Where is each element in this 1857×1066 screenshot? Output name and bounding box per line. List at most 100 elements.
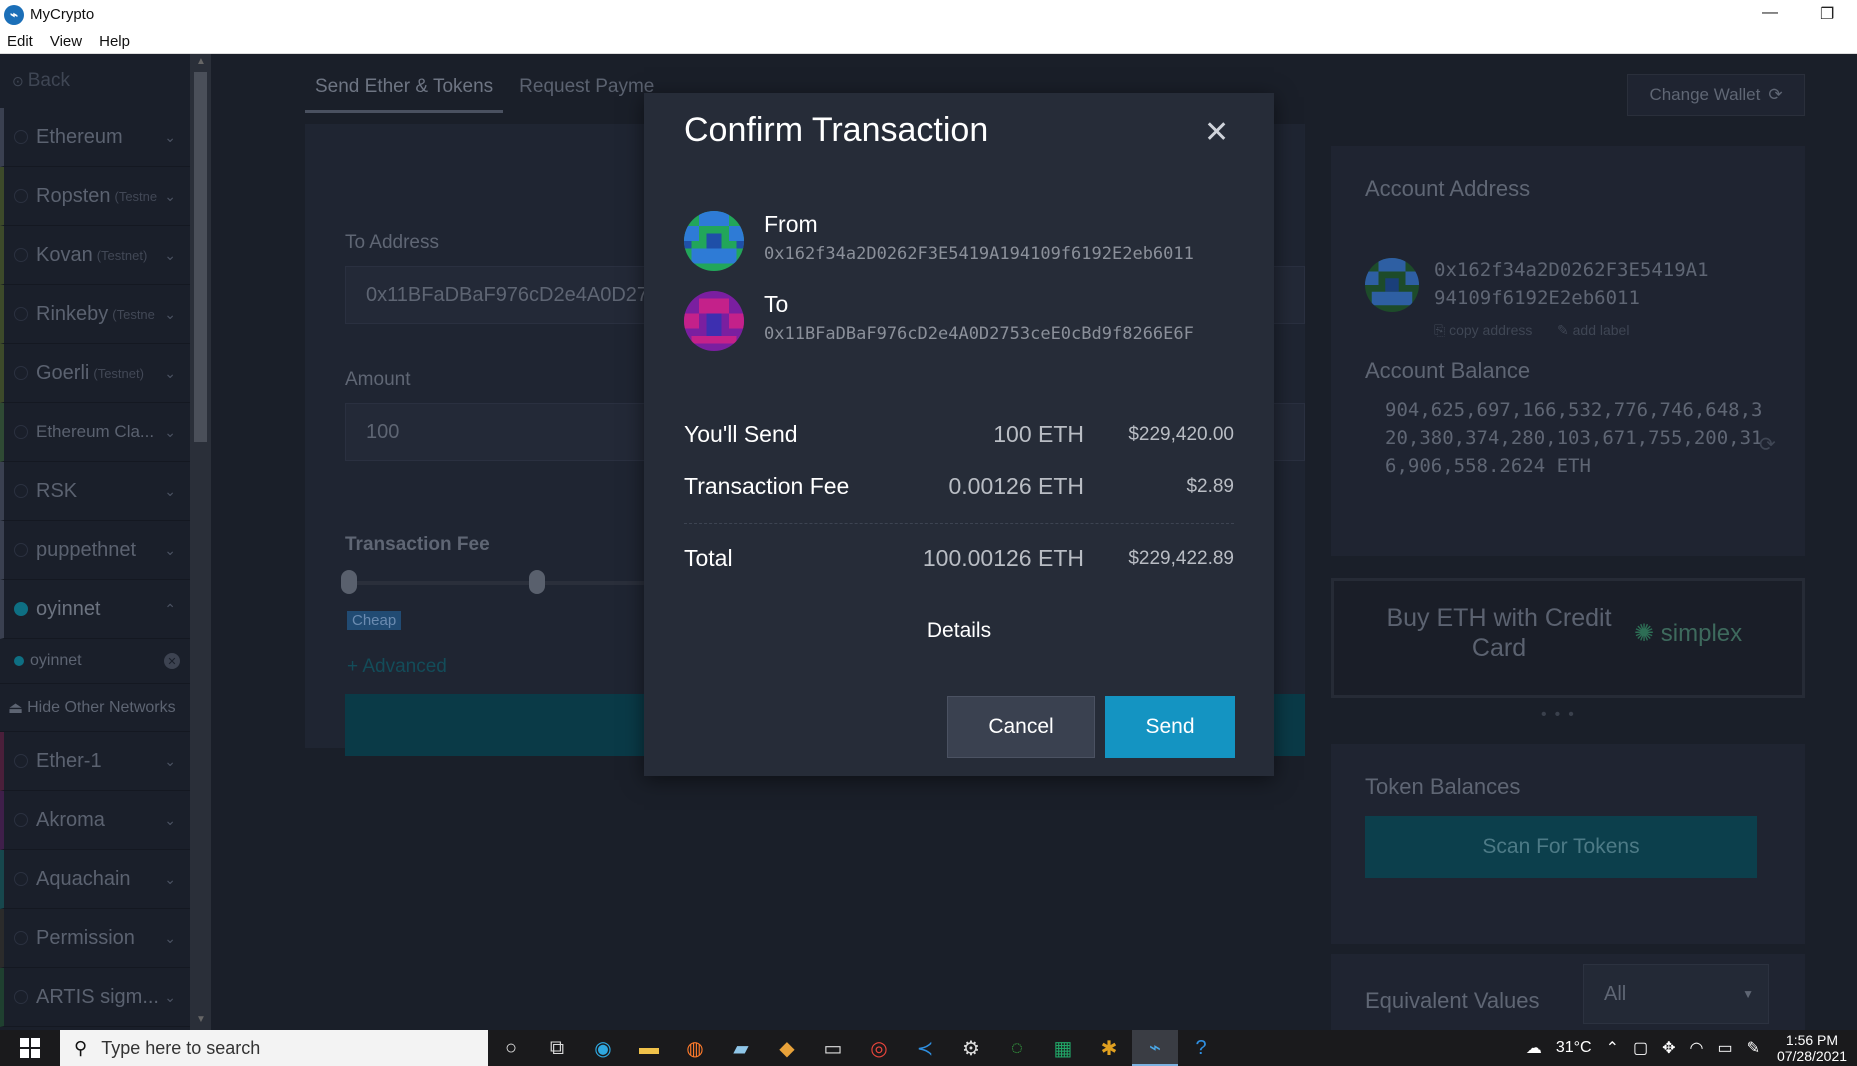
- network-ethereum[interactable]: Ethereum ⌄: [0, 108, 190, 167]
- fee-label: Transaction Fee: [345, 534, 490, 555]
- network-name: Permission: [36, 926, 135, 949]
- edge-icon[interactable]: ◉: [580, 1030, 626, 1066]
- hide-icon: ⏏: [8, 699, 24, 717]
- scroll-down-icon[interactable]: ▼: [196, 1014, 206, 1025]
- scan-tokens-button[interactable]: Scan For Tokens: [1365, 816, 1757, 878]
- firefox-icon[interactable]: ◍: [672, 1030, 718, 1066]
- chevron-down-icon: ⌄: [164, 541, 176, 558]
- network-rsk[interactable]: RSK ⌄: [0, 462, 190, 521]
- sidebar-scrollbar[interactable]: ▲ ▼: [190, 54, 211, 1030]
- back-button[interactable]: ⊙ Back: [0, 54, 190, 108]
- task-view-icon[interactable]: ⧉: [534, 1030, 580, 1066]
- file-explorer-icon[interactable]: ▬: [626, 1030, 672, 1066]
- chrome-icon[interactable]: ◎: [856, 1030, 902, 1066]
- copy-icon: ⎘: [1434, 322, 1450, 338]
- vscode-icon[interactable]: ≺: [902, 1030, 948, 1066]
- radio-icon: [14, 754, 28, 768]
- network-kovan[interactable]: Kovan (Testnet) ⌄: [0, 226, 190, 285]
- minimize-button[interactable]: —: [1762, 4, 1778, 22]
- menu-edit[interactable]: Edit: [7, 33, 33, 50]
- chevron-down-icon: ⌄: [164, 929, 176, 946]
- git-icon[interactable]: ◆: [764, 1030, 810, 1066]
- row-usd: $2.89: [1186, 475, 1234, 497]
- chevron-up-icon: ⌃: [164, 600, 176, 617]
- notes-icon[interactable]: ▰: [718, 1030, 764, 1066]
- weather-icon[interactable]: ☁: [1526, 1038, 1542, 1058]
- chevron-down-icon: ⌄: [164, 305, 176, 322]
- excel-icon[interactable]: ▦: [1040, 1030, 1086, 1066]
- cancel-button[interactable]: Cancel: [947, 696, 1095, 758]
- fee-slider-knob[interactable]: [341, 570, 357, 594]
- hide-networks-label: Hide Other Networks: [27, 698, 176, 716]
- close-icon[interactable]: ✕: [1204, 115, 1229, 150]
- network-tag: (Testnet): [96, 247, 148, 263]
- to-identicon: [684, 291, 744, 351]
- mycrypto-logo-icon: ⌁: [4, 4, 24, 25]
- tab-send[interactable]: Send Ether & Tokens: [305, 76, 504, 113]
- network-rinkeby[interactable]: Rinkeby (Testne ⌄: [0, 285, 190, 344]
- chevron-down-icon: ⌄: [164, 988, 176, 1005]
- battery-icon[interactable]: ▭: [1717, 1038, 1732, 1058]
- settings-icon[interactable]: ⚙: [948, 1030, 994, 1066]
- network-ether-1[interactable]: Ether-1 ⌄: [0, 732, 190, 791]
- weather-temp[interactable]: 31°C: [1556, 1039, 1592, 1057]
- network-goerli[interactable]: Goerli (Testnet) ⌄: [0, 344, 190, 403]
- account-address-title: Account Address: [1365, 176, 1531, 201]
- menu-view[interactable]: View: [50, 33, 82, 50]
- scroll-up-icon[interactable]: ▲: [196, 56, 206, 67]
- refresh-app-icon[interactable]: ◌: [994, 1030, 1040, 1066]
- radio-icon: [14, 425, 28, 439]
- restore-button[interactable]: ❐: [1820, 4, 1834, 24]
- clock-date: 07/28/2021: [1776, 1048, 1848, 1064]
- add-label-link[interactable]: ✎ add label: [1557, 322, 1629, 339]
- network-name: Ropsten: [36, 184, 111, 207]
- help-icon[interactable]: ?: [1178, 1030, 1224, 1066]
- balance-refresh-icon[interactable]: ⟳: [1759, 432, 1776, 457]
- network-akroma[interactable]: Akroma ⌄: [0, 791, 190, 850]
- account-address-line2: 94109f6192E2eb6011: [1434, 287, 1640, 309]
- pen-icon[interactable]: ✎: [1747, 1038, 1760, 1058]
- start-button[interactable]: [0, 1030, 60, 1066]
- network-artis[interactable]: ARTIS sigm... ⌄: [0, 968, 190, 1027]
- dropbox-icon[interactable]: ✥: [1662, 1038, 1675, 1058]
- radio-icon: [14, 931, 28, 945]
- mycrypto-taskbar-icon[interactable]: ⌁: [1132, 1030, 1178, 1066]
- meet-icon[interactable]: ▢: [1633, 1038, 1648, 1058]
- advanced-link[interactable]: + Advanced: [347, 656, 447, 678]
- network-oyinnet[interactable]: oyinnet ⌃: [0, 580, 190, 639]
- details-toggle[interactable]: Details: [644, 619, 1274, 643]
- network-permission[interactable]: Permission ⌄: [0, 909, 190, 968]
- equivalent-values-title: Equivalent Values: [1365, 988, 1540, 1013]
- modal-title: Confirm Transaction: [684, 111, 989, 149]
- clock[interactable]: 1:56 PM 07/28/2021: [1767, 1032, 1857, 1064]
- network-ropsten[interactable]: Ropsten (Testne ⌄: [0, 167, 190, 226]
- slack-icon[interactable]: ✱: [1086, 1030, 1132, 1066]
- send-button[interactable]: Send: [1105, 696, 1235, 758]
- cortana-icon[interactable]: ○: [488, 1030, 534, 1066]
- buy-eth-banner[interactable]: Buy ETH with Credit Card ✺ simplex: [1331, 578, 1805, 698]
- network-puppethnet[interactable]: puppethnet ⌄: [0, 521, 190, 580]
- network-aquachain[interactable]: Aquachain ⌄: [0, 850, 190, 909]
- equivalent-values-select[interactable]: All ▼: [1583, 964, 1769, 1024]
- row-usd: $229,420.00: [1128, 423, 1234, 445]
- account-balance-value: 904,625,697,166,532,776,746,648,320,380,…: [1385, 399, 1763, 477]
- hide-networks-toggle[interactable]: ⏏ Hide Other Networks: [0, 684, 190, 732]
- remove-node-icon[interactable]: ✕: [164, 653, 180, 669]
- fee-slider-track[interactable]: [347, 581, 647, 585]
- menu-help[interactable]: Help: [99, 33, 130, 50]
- network-ethereum-classic[interactable]: Ethereum Cla... ⌄: [0, 403, 190, 462]
- taskbar-search-input[interactable]: ⚲ Type here to search: [60, 1030, 488, 1066]
- terminal-icon[interactable]: ▭: [810, 1030, 856, 1066]
- from-party: From 0x162f34a2D0262F3E5419A194109f6192E…: [684, 211, 1194, 271]
- wifi-icon[interactable]: ◠: [1690, 1038, 1704, 1058]
- scrollbar-thumb[interactable]: [194, 72, 207, 442]
- row-eth: 0.00126 ETH: [948, 473, 1084, 499]
- tab-request[interactable]: Request Payme: [509, 76, 664, 113]
- copy-address-link[interactable]: ⎘ copy address: [1434, 322, 1532, 339]
- tray-chevron-up-icon[interactable]: ⌃: [1606, 1038, 1619, 1058]
- chevron-down-icon: ⌄: [164, 482, 176, 499]
- carousel-dots[interactable]: •••: [1541, 706, 1582, 724]
- change-wallet-button[interactable]: Change Wallet ⟳: [1627, 74, 1805, 116]
- fee-row: Transaction Fee 0.00126 ETH $2.89: [684, 473, 1234, 500]
- subnet-oyinnet[interactable]: oyinnet ✕: [0, 639, 190, 684]
